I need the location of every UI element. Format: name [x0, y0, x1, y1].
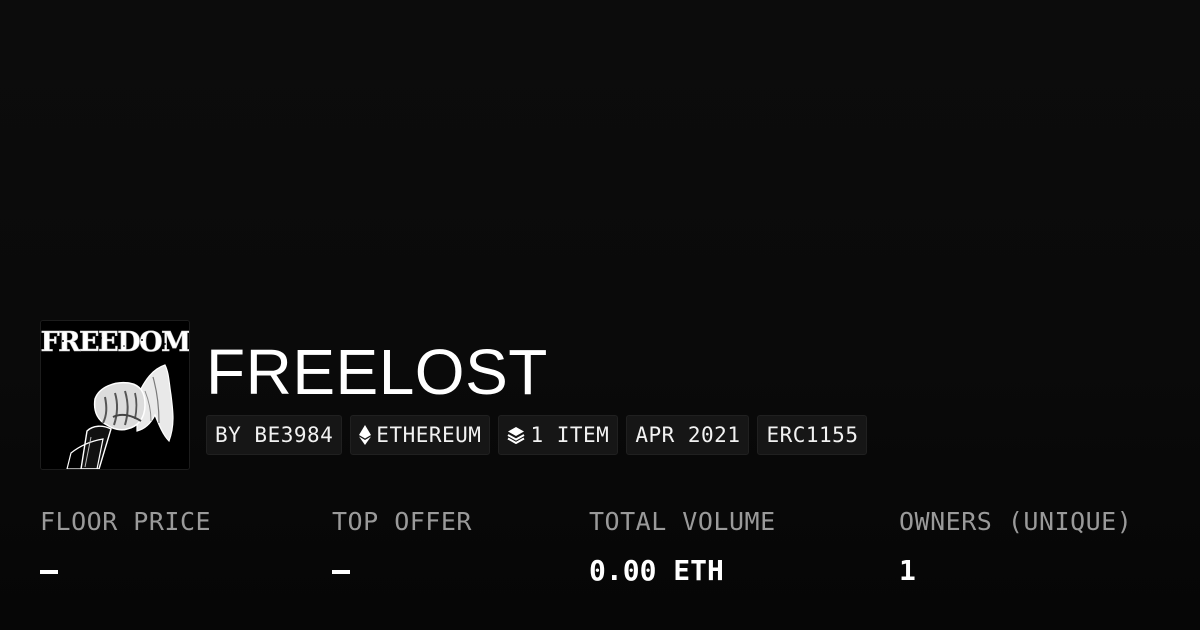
item-count-tag-label: 1 ITEM [530, 423, 610, 447]
stat-label: TOP OFFER [332, 507, 472, 536]
collection-title: FREELOST [206, 336, 548, 408]
layers-icon [507, 426, 525, 444]
stat-value: – [332, 570, 350, 574]
collection-card: FREEDOM FREELOST BY BE3984 ETHEREUM 1 IT… [0, 0, 1200, 630]
stat-label: OWNERS (UNIQUE) [899, 507, 1133, 536]
stat-label: FLOOR PRICE [40, 507, 212, 536]
collection-image[interactable]: FREEDOM [40, 320, 190, 470]
token-standard-tag[interactable]: ERC1155 [757, 415, 868, 455]
stat-value: 0.00 ETH [589, 554, 724, 587]
collection-tags: BY BE3984 ETHEREUM 1 ITEM APR 2021 ERC11… [206, 415, 868, 455]
stat-total-volume: TOTAL VOLUME 0.00 ETH [589, 505, 776, 588]
stat-value: – [40, 570, 58, 574]
creator-tag[interactable]: BY BE3984 [206, 415, 343, 455]
stat-floor-price: FLOOR PRICE – [40, 505, 211, 574]
creator-tag-label: BY BE3984 [215, 423, 334, 447]
created-date-tag-label: APR 2021 [635, 423, 741, 447]
stat-value: 1 [899, 554, 916, 587]
ethereum-icon [359, 425, 372, 445]
stat-owners: OWNERS (UNIQUE) 1 [899, 505, 1132, 588]
stat-top-offer: TOP OFFER – [332, 505, 472, 574]
stat-label: TOTAL VOLUME [589, 507, 776, 536]
svg-text:FREEDOM: FREEDOM [41, 327, 189, 358]
chain-tag-label: ETHEREUM [376, 423, 482, 447]
item-count-tag[interactable]: 1 ITEM [498, 415, 619, 455]
created-date-tag[interactable]: APR 2021 [626, 415, 750, 455]
token-standard-tag-label: ERC1155 [766, 423, 859, 447]
chain-tag[interactable]: ETHEREUM [350, 415, 491, 455]
